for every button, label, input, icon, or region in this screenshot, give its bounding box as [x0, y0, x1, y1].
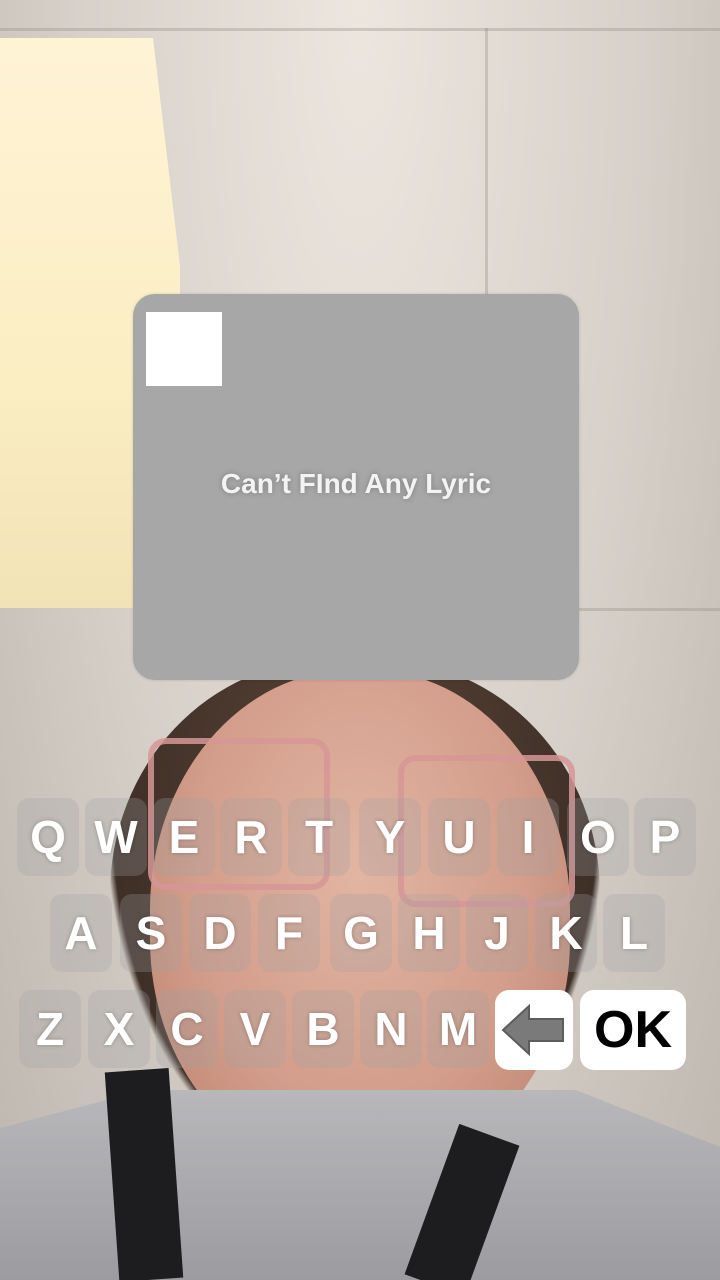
- key-i[interactable]: I: [497, 798, 559, 876]
- key-o[interactable]: O: [567, 798, 629, 876]
- keyboard-row-1: Q W E R T Y U I O P: [0, 798, 720, 880]
- key-c[interactable]: C: [156, 990, 218, 1068]
- key-v[interactable]: V: [224, 990, 286, 1068]
- key-g[interactable]: G: [330, 894, 392, 972]
- key-x[interactable]: X: [88, 990, 150, 1068]
- ceiling-grid-line: [0, 28, 720, 31]
- key-e[interactable]: E: [153, 798, 215, 876]
- arrow-left-icon: [501, 1003, 564, 1057]
- key-p[interactable]: P: [634, 798, 696, 876]
- key-a[interactable]: A: [50, 894, 112, 972]
- key-f[interactable]: F: [258, 894, 320, 972]
- key-w[interactable]: W: [85, 798, 147, 876]
- key-z[interactable]: Z: [19, 990, 81, 1068]
- letter-keyboard: Q W E R T Y U I O P A S D F G H J K L Z …: [0, 798, 720, 1078]
- key-y[interactable]: Y: [359, 798, 421, 876]
- key-m[interactable]: M: [427, 990, 489, 1068]
- key-j[interactable]: J: [466, 894, 528, 972]
- key-h[interactable]: H: [398, 894, 460, 972]
- key-l[interactable]: L: [603, 894, 665, 972]
- key-u[interactable]: U: [428, 798, 490, 876]
- ok-button[interactable]: OK: [580, 990, 686, 1070]
- key-d[interactable]: D: [189, 894, 251, 972]
- backspace-button[interactable]: [495, 990, 573, 1070]
- key-k[interactable]: K: [535, 894, 597, 972]
- key-q[interactable]: Q: [17, 798, 79, 876]
- keyboard-row-3: Z X C V B N M OK: [0, 990, 720, 1072]
- key-s[interactable]: S: [120, 894, 182, 972]
- key-b[interactable]: B: [292, 990, 354, 1068]
- keyboard-row-2: A S D F G H J K L: [0, 894, 720, 976]
- lyric-card: Can’t FInd Any Lyric: [133, 294, 579, 680]
- key-r[interactable]: R: [220, 798, 282, 876]
- lyric-status-message: Can’t FInd Any Lyric: [220, 468, 492, 499]
- album-art-thumbnail[interactable]: [146, 312, 222, 386]
- key-t[interactable]: T: [288, 798, 350, 876]
- key-n[interactable]: N: [360, 990, 422, 1068]
